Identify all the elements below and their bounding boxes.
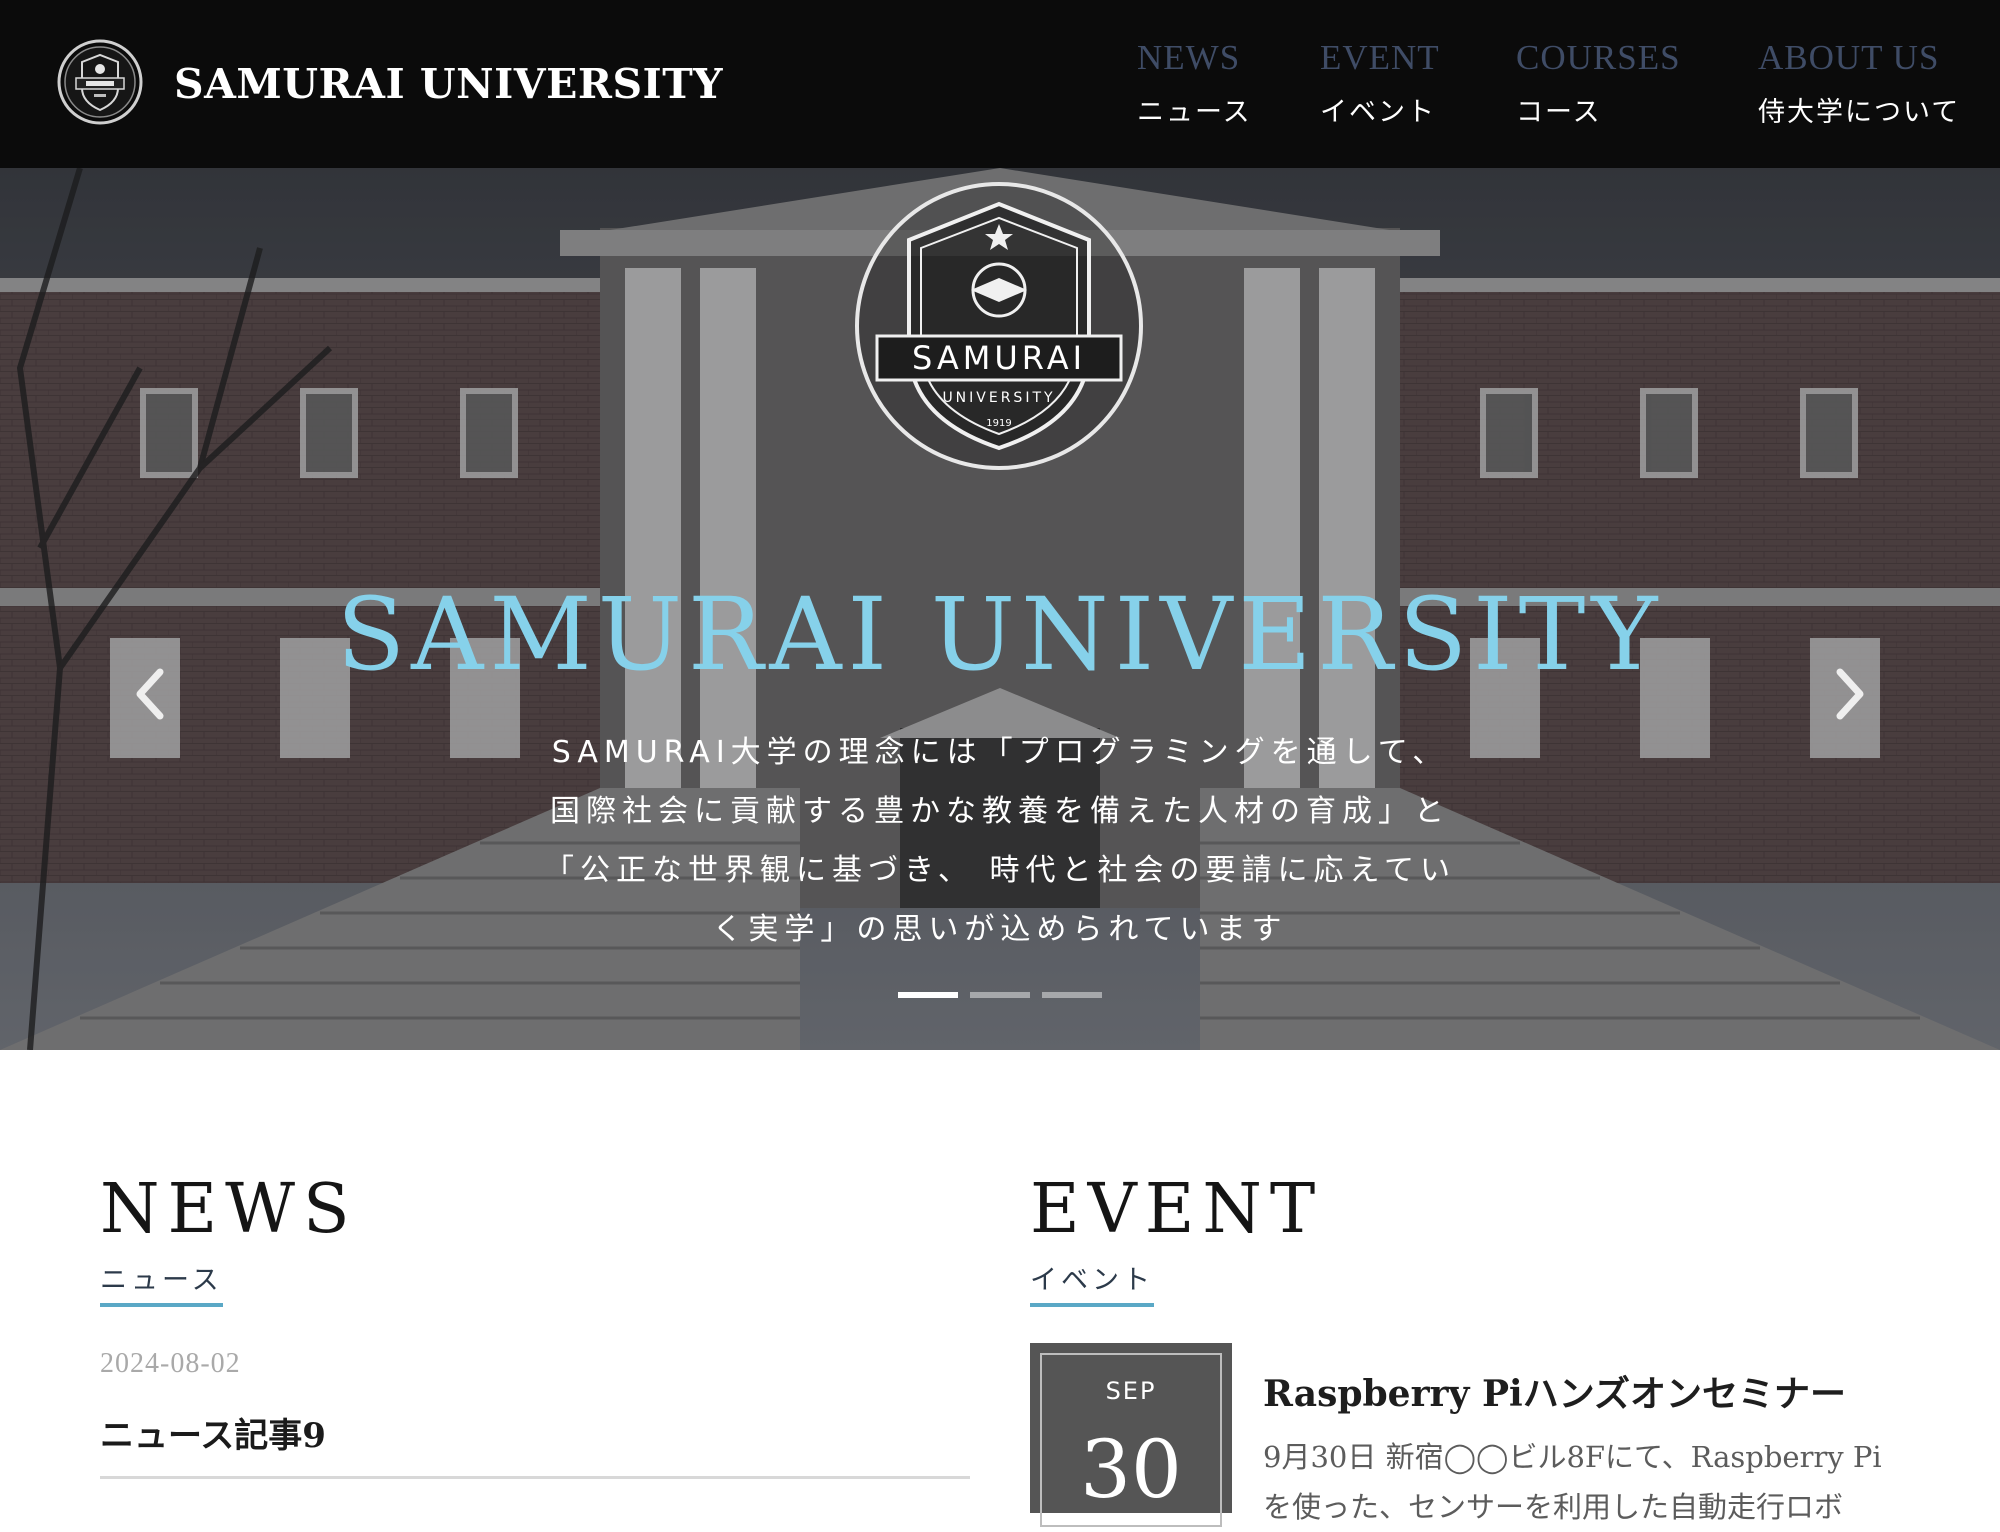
samurai-emblem-icon: SAMURAI UNIVERSITY 1919 [855,182,1143,470]
site-header: SAMURAI UNIVERSITY NEWS ニュース EVENT イベント … [0,0,2000,168]
news-item-divider [100,1476,970,1479]
nav-news[interactable]: NEWS ニュース [1137,38,1252,129]
event-date-box[interactable]: SEP 30 [1030,1343,1232,1527]
event-day: 30 [1080,1423,1182,1516]
carousel-prev-arrow-icon[interactable] [130,664,170,724]
event-section-title: EVENT [1030,1170,1324,1249]
nav-about-us[interactable]: ABOUT US 侍大学について [1758,38,1960,129]
nav-courses-label: COURSES [1516,38,1681,77]
nav-news-label-jp: ニュース [1137,97,1252,128]
university-logo-icon[interactable] [56,38,144,126]
event-section-subtitle: イベント [1030,1258,1154,1307]
carousel-indicator[interactable] [1042,992,1102,998]
hero-carousel: SAMURAI UNIVERSITY 1919 SAMURAI UNIVERSI… [0,168,2000,1050]
nav-event-label: EVENT [1320,38,1440,77]
news-section-subtitle: ニュース [100,1258,223,1307]
news-item-title-link[interactable]: ニュース記事9 [100,1408,326,1457]
event-item-title-link[interactable]: Raspberry Piハンズオンセミナー [1263,1365,1846,1417]
nav-about-us-label: ABOUT US [1758,38,1940,77]
event-item-description: 9月30日 新宿◯◯ビル8Fにて、Raspberry Piを使った、センサーを利… [1263,1440,1882,1524]
news-item-date: 2024-08-02 [100,1348,241,1379]
carousel-indicators [898,992,1108,1000]
nav-event-label-jp: イベント [1320,97,1436,128]
emblem-subtext: UNIVERSITY [942,390,1055,406]
hero-lead-text: SAMURAI大学の理念には「プログラミングを通して、 国際社会に貢献する豊かな… [544,735,1456,947]
hero-title: SAMURAI UNIVERSITY [336,576,1664,693]
nav-courses[interactable]: COURSES コース [1516,38,1681,129]
carousel-indicator[interactable] [898,992,958,998]
carousel-next-arrow-icon[interactable] [1830,664,1870,724]
event-month: SEP [1105,1377,1157,1405]
nav-event[interactable]: EVENT イベント [1320,38,1440,129]
carousel-indicator[interactable] [970,992,1030,998]
nav-news-label: NEWS [1137,38,1241,77]
news-section-title: NEWS [100,1170,358,1249]
brand-name[interactable]: SAMURAI UNIVERSITY [174,60,723,108]
emblem-year: 1919 [986,418,1011,429]
nav-courses-label-jp: コース [1516,97,1602,128]
nav-about-us-label-jp: 侍大学について [1758,97,1961,128]
emblem-text: SAMURAI [912,339,1086,377]
